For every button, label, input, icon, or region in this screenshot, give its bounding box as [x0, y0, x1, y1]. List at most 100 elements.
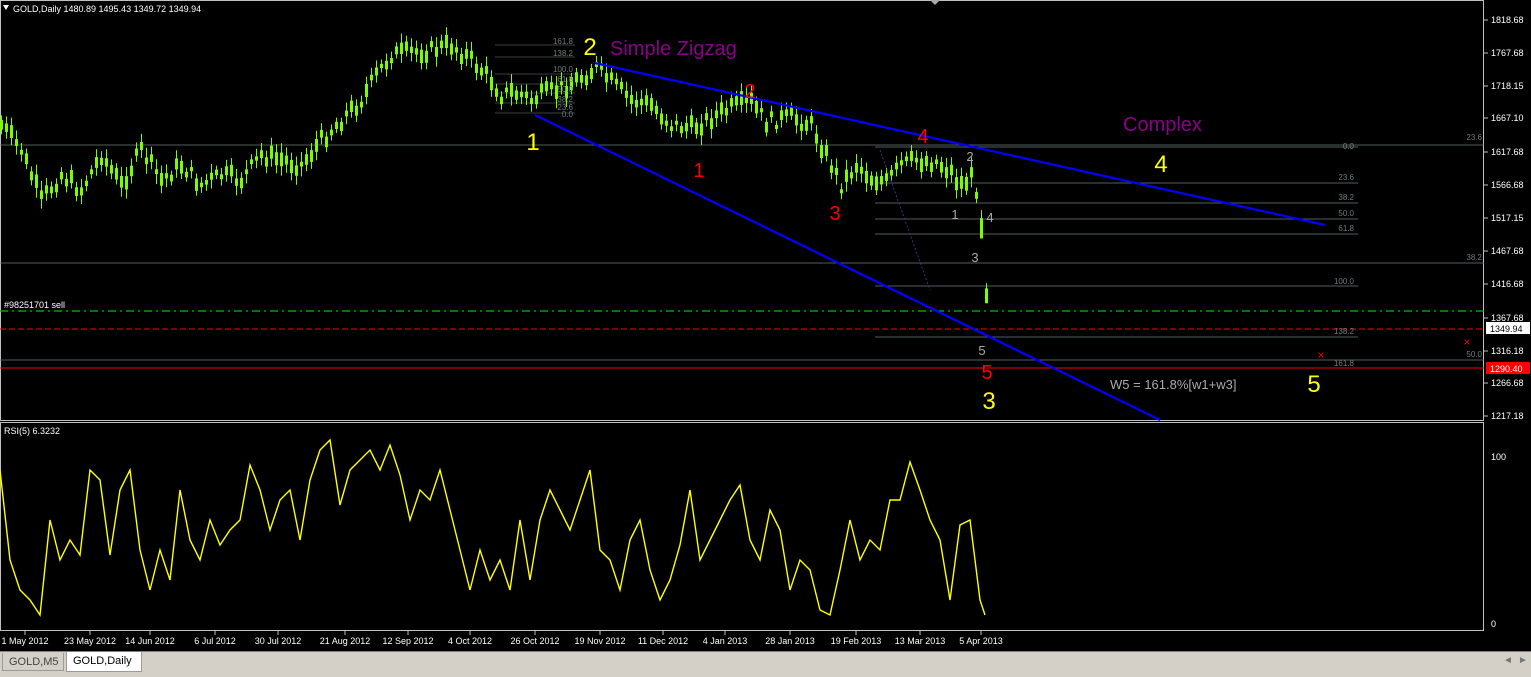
candle-body [155, 169, 158, 175]
candle-body [655, 105, 658, 115]
fib-right-label: 38.2 [1338, 193, 1354, 202]
price-axis-label: 1718.15 [1491, 81, 1524, 91]
rsi-scale-top: 100 [1491, 452, 1506, 462]
candle-body [75, 187, 78, 196]
date-axis-label: 28 Jan 2013 [765, 636, 815, 646]
candle-body [690, 115, 693, 128]
candle-body [710, 118, 713, 130]
wave-label-yellow: 5 [1307, 371, 1320, 398]
candle-body [235, 178, 238, 186]
candle-body [410, 46, 413, 53]
candle-body [395, 46, 398, 55]
candle-body [530, 97, 533, 105]
candle-body [405, 41, 408, 51]
candle-body [640, 98, 643, 106]
fib-small-label: 100.0 [553, 65, 574, 74]
candle-body [295, 165, 298, 176]
candle-body [220, 174, 223, 180]
candle-body [280, 152, 283, 167]
candle-body [675, 120, 678, 125]
rsi-label: RSI(5) 6.3232 [4, 426, 60, 436]
candle-body [975, 192, 978, 199]
chart-area[interactable]: #98251701 sell 1818.68 1767.68 1718.15 1667.… [0, 0, 1531, 651]
fib-small-label: 138.2 [553, 49, 574, 58]
candle-body [315, 139, 318, 152]
candle-body [160, 173, 163, 186]
candle-body [440, 40, 443, 49]
candle-body [240, 177, 243, 189]
candle-body [980, 218, 983, 239]
candle-body [785, 109, 788, 116]
candle-body [185, 171, 188, 178]
candle-body [260, 150, 263, 159]
candle-body [40, 190, 43, 199]
date-axis-label: 14 Jun 2012 [125, 636, 175, 646]
candle-body [10, 125, 13, 138]
candle-body [175, 158, 178, 170]
candle-body [455, 47, 458, 53]
candle-body [735, 96, 738, 106]
candle-body [290, 159, 293, 174]
fib-edge-label: 50.0 [1466, 350, 1482, 359]
candle-body [15, 139, 18, 146]
candle-body [730, 98, 733, 107]
candle-body [330, 129, 333, 136]
candle-body [765, 121, 768, 133]
candle-body [695, 122, 698, 135]
pattern-label-complex: Complex [1123, 114, 1202, 136]
candle-body [125, 176, 128, 190]
candle-body [905, 156, 908, 162]
date-axis-label: 19 Nov 2012 [574, 636, 625, 646]
candle-body [630, 94, 633, 105]
fib-edge-label: 38.2 [1466, 253, 1482, 262]
wave-label-grey: 4 [986, 210, 993, 225]
candle-body [35, 174, 38, 188]
candle-body [965, 176, 968, 191]
fib-small-label: 50.0 [557, 85, 573, 94]
candle-body [815, 133, 818, 144]
chart-header: GOLD,Daily 1480.89 1495.43 1349.72 1349.… [13, 4, 201, 14]
candle-body [940, 161, 943, 173]
candle-body [5, 123, 8, 132]
candle-body [645, 95, 648, 106]
wave-label-grey: 1 [951, 207, 958, 222]
candle-body [895, 162, 898, 170]
candle-body [610, 72, 613, 81]
tab-gold-daily[interactable]: GOLD,Daily [66, 652, 142, 672]
date-axis-label: 13 Mar 2013 [895, 636, 946, 646]
candle-body [420, 49, 423, 64]
candle-body [150, 154, 153, 162]
price-axis-label: 1617.68 [1491, 147, 1524, 157]
candle-body [370, 74, 373, 81]
candle-body [460, 53, 463, 65]
order-x-marker: × [1317, 348, 1324, 362]
candle-body [950, 164, 953, 176]
date-axis-label: 6 Jul 2012 [194, 636, 236, 646]
candle-body [270, 145, 273, 159]
candle-body [170, 174, 173, 182]
candle-body [245, 169, 248, 175]
candle-body [700, 123, 703, 136]
wave-label-grey: 3 [971, 250, 978, 265]
candle-body [715, 110, 718, 119]
candle-body [250, 159, 253, 165]
candle-body [970, 167, 973, 178]
candle-body [665, 120, 668, 126]
scroll-right-icon[interactable]: ► [1518, 655, 1528, 666]
wave5-formula-label: W5 = 161.8%[w1+w3] [1110, 377, 1236, 392]
fib-small-label: 61.8 [557, 75, 573, 84]
candle-body [725, 108, 728, 116]
candle-body [435, 46, 438, 57]
candle-body [770, 111, 773, 118]
candle-body [140, 142, 143, 150]
candle-body [910, 151, 913, 161]
candle-body [505, 87, 508, 93]
candle-body [385, 60, 388, 70]
wave-label-red: 5 [981, 362, 992, 384]
candle-body [620, 81, 623, 90]
scroll-left-icon[interactable]: ◄ [1503, 655, 1513, 666]
price-chart[interactable]: #98251701 sell 1818.68 1767.68 1718.15 1667.… [0, 0, 1531, 651]
current-price-label: 1349.94 [1490, 324, 1523, 334]
tab-gold-m5[interactable]: GOLD,M5 [2, 653, 64, 671]
candle-body [650, 98, 653, 111]
